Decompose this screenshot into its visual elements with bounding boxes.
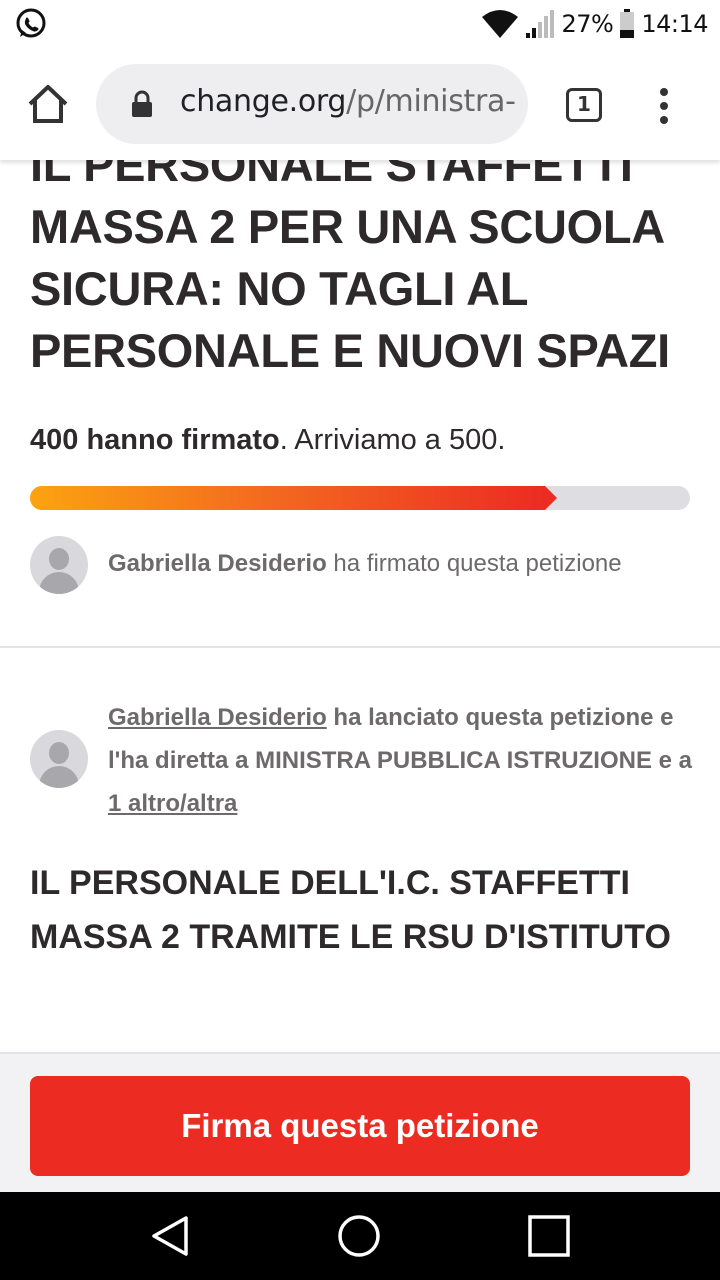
signature-count: 400 hanno firmato. Arriviamo a 500.: [30, 424, 505, 457]
url-path: /p/ministra-: [346, 84, 516, 119]
other-recipients-link[interactable]: 1 altro/altra: [108, 790, 237, 817]
progress-bar: [30, 486, 690, 510]
signed-count-text: 400 hanno firmato: [30, 424, 280, 456]
lock-icon: [132, 90, 152, 117]
url-text: change.org/p/ministra-: [180, 84, 516, 119]
sign-petition-button[interactable]: Firma questa petizione: [30, 1076, 690, 1176]
battery-icon: [620, 9, 635, 38]
battery-percent: 27%: [561, 10, 614, 38]
url-host: change.org: [180, 84, 347, 119]
progress-fill: [30, 486, 557, 510]
back-icon[interactable]: [148, 1214, 192, 1258]
signer-action: ha firmato questa petizione: [326, 550, 622, 577]
clock: 14:14: [641, 10, 708, 38]
address-bar[interactable]: change.org/p/ministra-: [96, 64, 528, 144]
home-circle-icon[interactable]: [336, 1214, 382, 1260]
avatar: [30, 536, 88, 594]
home-icon[interactable]: [26, 82, 70, 126]
whatsapp-icon: [16, 8, 46, 38]
sign-action-bar: Firma questa petizione: [0, 1052, 720, 1192]
avatar: [30, 730, 88, 788]
tab-switcher-button[interactable]: 1: [566, 88, 602, 122]
goal-text: . Arriviamo a 500.: [279, 424, 506, 456]
status-icons: 27% 14:14: [481, 8, 708, 40]
system-nav-bar: [0, 1192, 720, 1280]
starter-name-link[interactable]: Gabriella Desiderio: [108, 704, 327, 731]
status-bar: 27% 14:14: [0, 0, 720, 48]
petition-subtitle: IL PERSONALE DELL'I.C. STAFFETTI MASSA 2…: [30, 864, 671, 956]
page-content: IL PERSONALE STAFFETTI MASSA 2 PER UNA S…: [0, 160, 720, 1052]
browser-toolbar: change.org/p/ministra- 1: [0, 48, 720, 160]
signer-name: Gabriella Desiderio: [108, 550, 327, 577]
divider: [0, 646, 720, 648]
petition-title: IL PERSONALE STAFFETTI MASSA 2 PER UNA S…: [30, 160, 670, 377]
wifi-icon: [482, 10, 519, 38]
recents-icon[interactable]: [526, 1214, 572, 1260]
starter-text: Gabriella Desiderio ha lanciato questa p…: [108, 696, 698, 825]
recent-signer-text: Gabriella Desiderio ha firmato questa pe…: [108, 550, 622, 578]
more-vert-icon[interactable]: [646, 84, 682, 128]
signal-icon: [526, 10, 555, 38]
